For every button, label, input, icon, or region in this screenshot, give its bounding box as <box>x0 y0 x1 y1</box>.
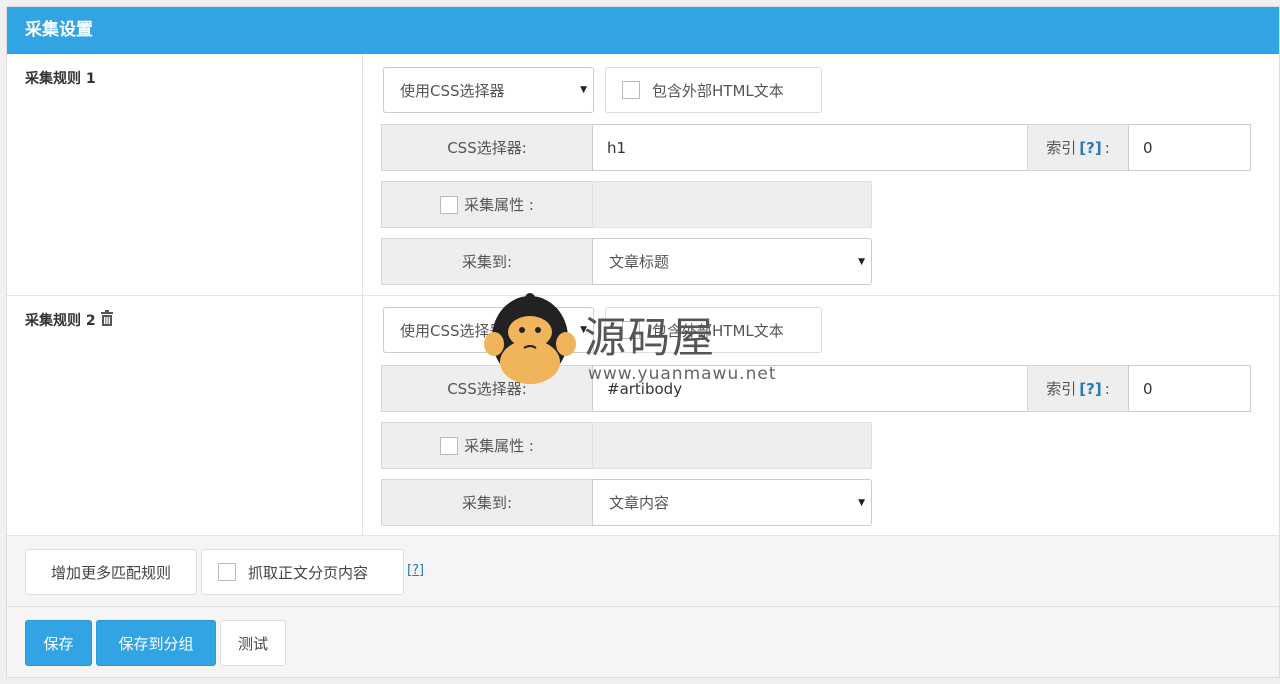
index-label: 索引 [?] : <box>1027 365 1129 412</box>
trash-icon[interactable] <box>100 310 114 330</box>
collect-attribute-toggle[interactable]: 采集属性 : <box>381 422 593 469</box>
collect-attribute-toggle[interactable]: 采集属性 : <box>381 181 593 228</box>
checkbox[interactable] <box>218 563 236 581</box>
rule-actions-bar: 增加更多匹配规则 抓取正文分页内容 [?] <box>7 536 1279 607</box>
css-selector-input[interactable]: #artibody <box>592 365 1028 412</box>
checkbox[interactable] <box>440 195 459 214</box>
collect-to-label: 采集到: <box>381 479 593 526</box>
index-label: 索引 [?] : <box>1027 124 1129 171</box>
paging-help-link[interactable]: [?] <box>407 563 424 578</box>
test-button[interactable]: 测试 <box>220 620 286 666</box>
panel-title: 采集设置 <box>7 7 1279 54</box>
selector-type-select[interactable]: 使用CSS选择器 ▼ <box>383 307 594 353</box>
rule-row-2: 采集规则 2 使用CSS选择器 ▼ 包含外部HTML文本 CSS选择器: #ar… <box>7 296 1279 536</box>
caret-down-icon: ▼ <box>580 325 587 335</box>
attribute-input-disabled <box>592 422 872 469</box>
caret-down-icon: ▼ <box>580 85 587 95</box>
checkbox[interactable] <box>622 81 640 99</box>
collect-to-select[interactable]: 文章标题 ▼ <box>592 238 872 285</box>
save-button[interactable]: 保存 <box>25 620 92 666</box>
attribute-input-disabled <box>592 181 872 228</box>
rule-row-1: 采集规则 1 使用CSS选择器 ▼ 包含外部HTML文本 CSS选择器: h1 … <box>7 54 1279 296</box>
save-to-group-button[interactable]: 保存到分组 <box>96 620 216 666</box>
collect-to-label: 采集到: <box>381 238 593 285</box>
collect-to-select[interactable]: 文章内容 ▼ <box>592 479 872 526</box>
caret-down-icon: ▼ <box>858 497 865 508</box>
css-selector-label: CSS选择器: <box>381 365 593 412</box>
add-rule-button[interactable]: 增加更多匹配规则 <box>25 549 197 595</box>
caret-down-icon: ▼ <box>858 256 865 267</box>
index-input[interactable]: 0 <box>1128 365 1251 412</box>
paging-content-toggle[interactable]: 抓取正文分页内容 <box>201 549 404 595</box>
include-outer-html-toggle[interactable]: 包含外部HTML文本 <box>605 67 822 113</box>
checkbox[interactable] <box>622 321 640 339</box>
css-selector-label: CSS选择器: <box>381 124 593 171</box>
index-input[interactable]: 0 <box>1128 124 1251 171</box>
index-help-link[interactable]: [?] <box>1079 139 1101 157</box>
rule-label: 采集规则 1 <box>7 54 363 295</box>
checkbox[interactable] <box>440 436 459 455</box>
save-actions-bar: 保存 保存到分组 测试 <box>7 607 1279 677</box>
rule-label: 采集规则 2 <box>7 296 363 535</box>
include-outer-html-toggle[interactable]: 包含外部HTML文本 <box>605 307 822 353</box>
index-help-link[interactable]: [?] <box>1079 380 1101 398</box>
settings-panel: 采集设置 采集规则 1 使用CSS选择器 ▼ 包含外部HTML文本 CSS选择器… <box>6 6 1280 678</box>
css-selector-input[interactable]: h1 <box>592 124 1028 171</box>
selector-type-select[interactable]: 使用CSS选择器 ▼ <box>383 67 594 113</box>
